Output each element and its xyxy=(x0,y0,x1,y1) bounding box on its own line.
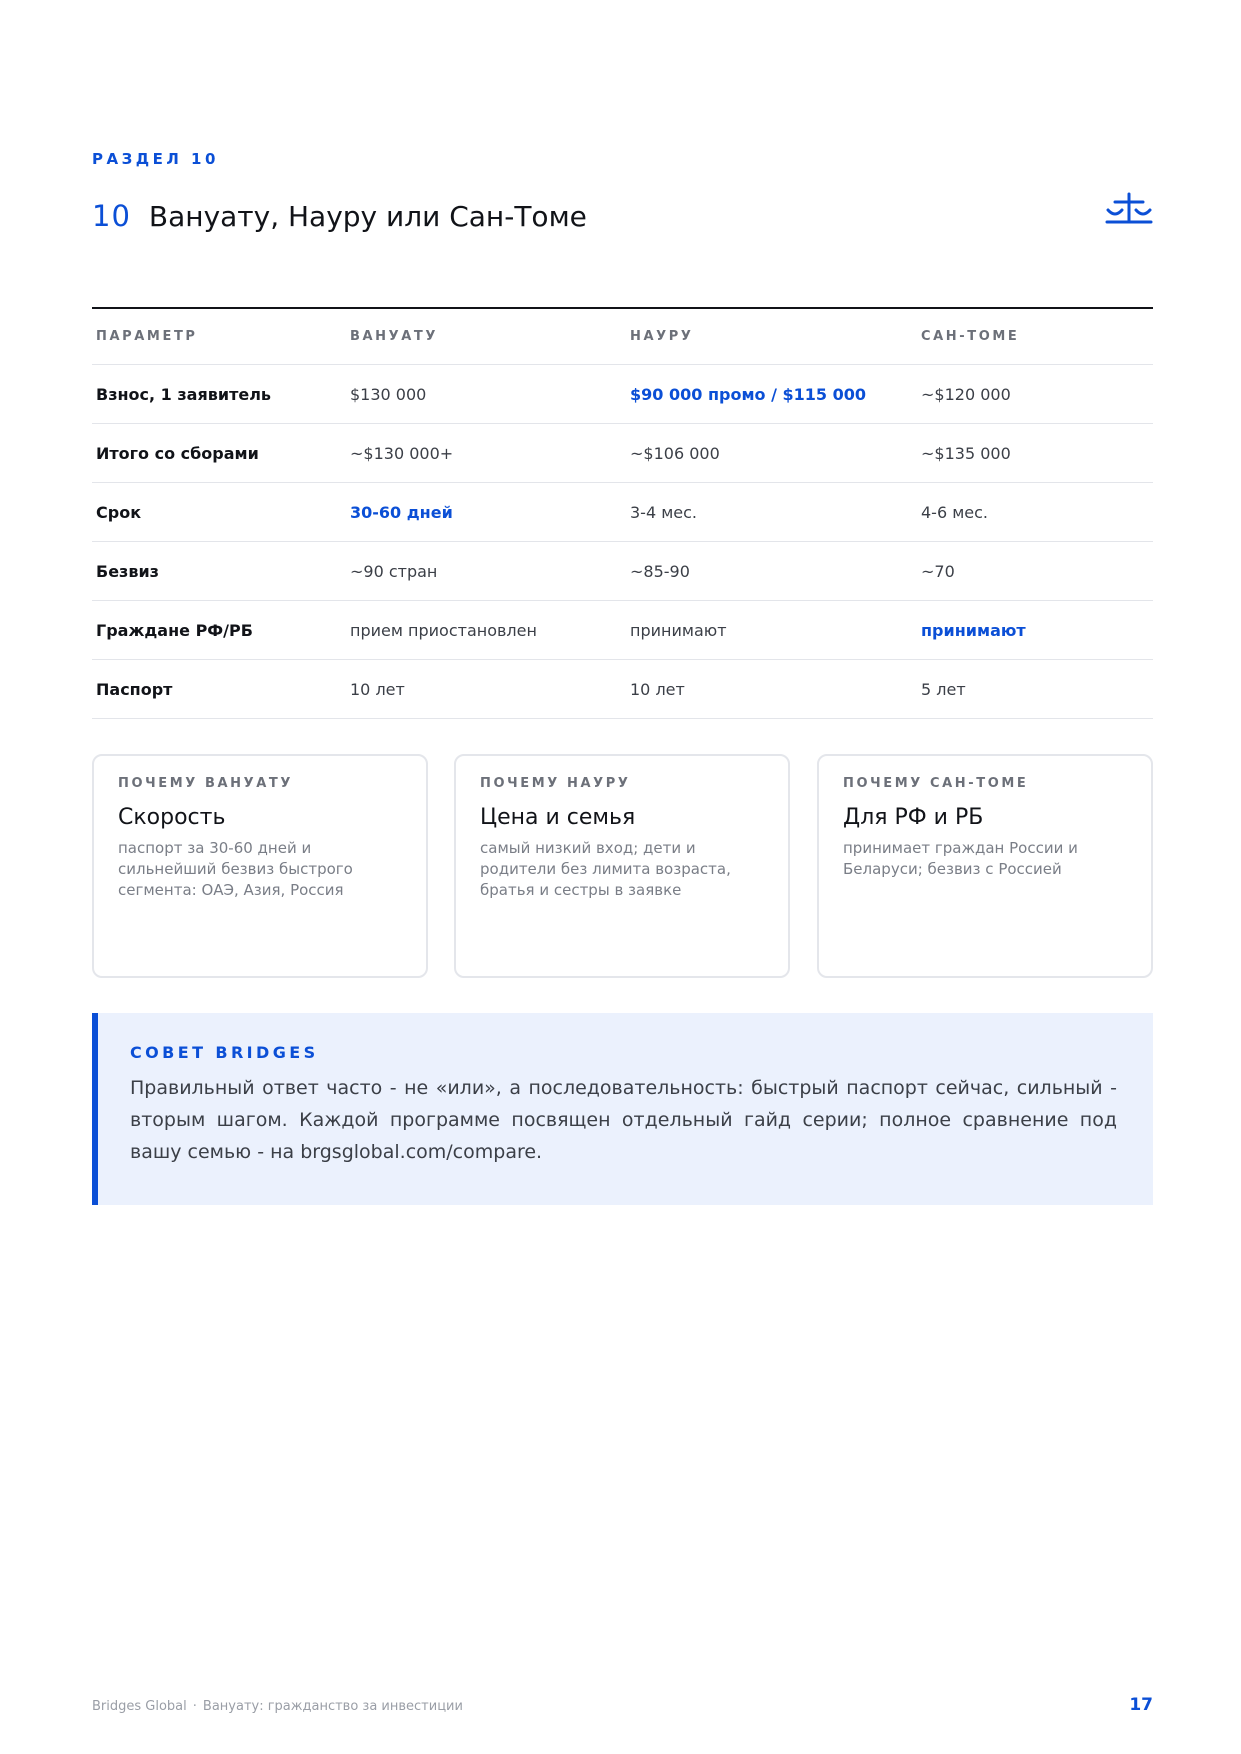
comparison-table: ПАРАМЕТР ВАНУАТУ НАУРУ САН-ТОМЕ Взнос, 1… xyxy=(92,307,1153,719)
table-cell: ~70 xyxy=(917,541,1153,601)
table-row: Паспорт 10 лет 10 лет 5 лет xyxy=(92,659,1153,719)
card-vanuatu: ПОЧЕМУ ВАНУАТУ Скорость паспорт за 30-60… xyxy=(92,754,428,978)
footer-separator: · xyxy=(192,1699,197,1714)
card-nauru: ПОЧЕМУ НАУРУ Цена и семья самый низкий в… xyxy=(454,754,790,978)
table-cell: ~$130 000+ xyxy=(346,423,626,483)
table-cell: ~$106 000 xyxy=(626,423,917,483)
card-sao-tome: ПОЧЕМУ САН-ТОМЕ Для РФ и РБ принимает гр… xyxy=(817,754,1153,978)
table-cell-highlighted: принимают xyxy=(917,600,1153,660)
advice-callout: СОВЕТ BRIDGES Правильный ответ часто - н… xyxy=(92,1013,1153,1205)
table-cell-highlighted: $90 000 промо / $115 000 xyxy=(626,364,917,424)
table-row: Граждане РФ/РБ прием приостановлен прини… xyxy=(92,600,1153,660)
card-text: принимает граждан России и Беларуси; без… xyxy=(843,839,1078,878)
card-text: самый низкий вход; дети и родители без л… xyxy=(480,839,731,899)
table-cell: ~$120 000 xyxy=(917,364,1153,424)
row-label: Безвиз xyxy=(92,541,346,601)
table-cell: принимают xyxy=(626,600,917,660)
table-cell: 5 лет xyxy=(917,659,1153,719)
scale-icon xyxy=(1105,192,1153,224)
table-row: Взнос, 1 заявитель $130 000 $90 000 пром… xyxy=(92,364,1153,424)
table-cell: 3-4 мес. xyxy=(626,482,917,542)
footer-doc-title: Вануату: гражданство за инвестиции xyxy=(202,1699,463,1714)
card-kicker: ПОЧЕМУ САН-ТОМЕ xyxy=(843,776,1029,791)
table-cell-highlighted: 30-60 дней xyxy=(346,482,626,542)
table-cell: 10 лет xyxy=(626,659,917,719)
table-cell: $130 000 xyxy=(346,364,626,424)
footer-brand: Bridges Global xyxy=(92,1699,187,1714)
row-label: Паспорт xyxy=(92,659,346,719)
page-title: Вануату, Науру или Сан-Томе xyxy=(148,199,587,233)
card-title: Для РФ и РБ xyxy=(843,805,984,830)
table-cell: ~90 стран xyxy=(346,541,626,601)
page: РАЗДЕЛ 10 10 Вануату, Науру или Сан-Томе… xyxy=(0,0,1241,1754)
table-cell: 4-6 мес. xyxy=(917,482,1153,542)
table-cell: ~85-90 xyxy=(626,541,917,601)
card-kicker: ПОЧЕМУ ВАНУАТУ xyxy=(118,776,294,791)
column-header-sao-tome: САН-ТОМЕ xyxy=(917,308,1153,365)
row-label: Взнос, 1 заявитель xyxy=(92,364,346,424)
row-label: Граждане РФ/РБ xyxy=(92,600,346,660)
table-cell: прием приостановлен xyxy=(346,600,626,660)
card-title: Скорость xyxy=(118,805,226,830)
table-row: Срок 30-60 дней 3-4 мес. 4-6 мес. xyxy=(92,482,1153,542)
column-header-nauru: НАУРУ xyxy=(626,308,917,365)
advice-text: Правильный ответ часто - не «или», а пос… xyxy=(130,1077,1117,1163)
section-kicker: РАЗДЕЛ 10 xyxy=(92,150,219,168)
card-title: Цена и семья xyxy=(480,805,636,830)
table-header-row: ПАРАМЕТР ВАНУАТУ НАУРУ САН-ТОМЕ xyxy=(92,308,1153,365)
card-text: паспорт за 30-60 дней и сильнейший безви… xyxy=(118,839,353,899)
table-cell: 10 лет xyxy=(346,659,626,719)
section-number: 10 xyxy=(92,199,131,233)
table-cell: ~$135 000 xyxy=(917,423,1153,483)
column-header-vanuatu: ВАНУАТУ xyxy=(346,308,626,365)
reason-cards: ПОЧЕМУ ВАНУАТУ Скорость паспорт за 30-60… xyxy=(92,754,1153,978)
row-label: Срок xyxy=(92,482,346,542)
column-header-parameter: ПАРАМЕТР xyxy=(92,308,346,365)
footer-caption: Bridges Global · Вануату: гражданство за и… xyxy=(92,1699,463,1714)
advice-kicker: СОВЕТ BRIDGES xyxy=(130,1043,319,1062)
section-heading: 10 Вануату, Науру или Сан-Томе xyxy=(92,196,587,236)
row-label: Итого со сборами xyxy=(92,423,346,483)
table-row: Безвиз ~90 стран ~85-90 ~70 xyxy=(92,541,1153,601)
card-kicker: ПОЧЕМУ НАУРУ xyxy=(480,776,631,791)
page-number: 17 xyxy=(1129,1695,1153,1715)
table-row: Итого со сборами ~$130 000+ ~$106 000 ~$… xyxy=(92,423,1153,483)
